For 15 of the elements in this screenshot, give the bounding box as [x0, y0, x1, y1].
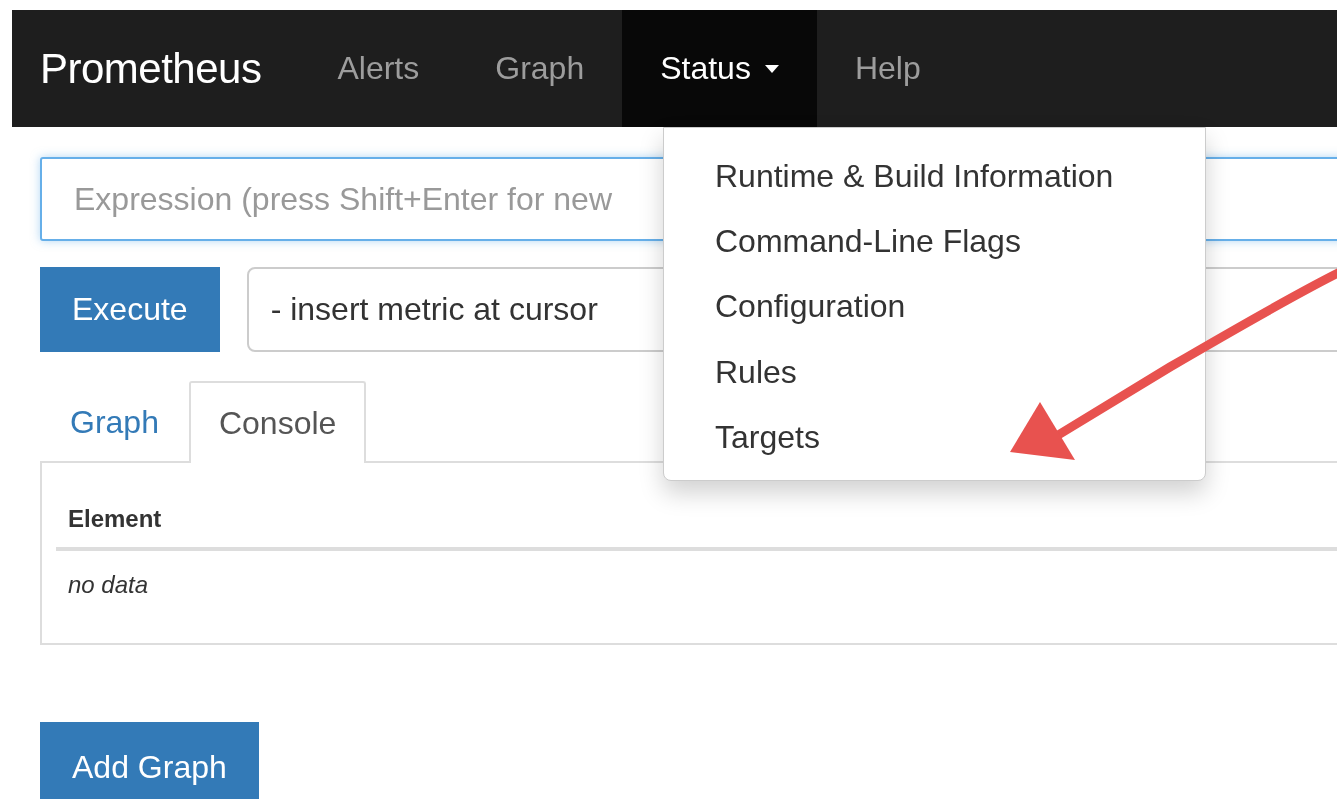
- column-header: Element: [56, 505, 1337, 551]
- nav-link[interactable]: Help: [816, 10, 959, 127]
- empty-message: no data: [67, 570, 150, 600]
- menu-item[interactable]: Rules: [715, 349, 1205, 415]
- tab[interactable]: Graph: [40, 381, 189, 461]
- nav-link[interactable]: Alerts: [299, 10, 458, 127]
- nav-link[interactable]: Graph: [457, 10, 623, 127]
- menu-item[interactable]: Runtime & Build Information: [715, 154, 1205, 220]
- tab[interactable]: Console: [188, 381, 367, 463]
- nav-link[interactable]: Status: [622, 10, 817, 127]
- add-graph-button[interactable]: Add Graph: [40, 722, 259, 799]
- menu-item[interactable]: Targets: [715, 414, 1205, 480]
- menu-item[interactable]: Configuration: [715, 284, 1205, 350]
- execute-button[interactable]: Execute: [40, 267, 220, 352]
- brand-link[interactable]: Prometheus: [40, 44, 262, 93]
